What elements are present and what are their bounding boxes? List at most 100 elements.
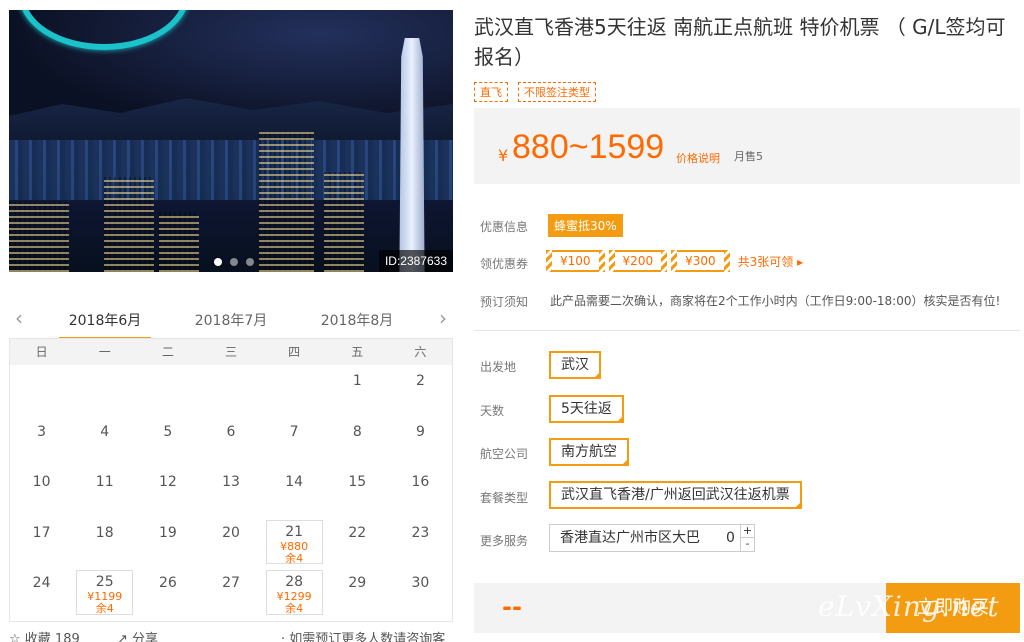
day-number: 16 [411, 474, 430, 491]
day-remaining: 余4 [285, 602, 304, 616]
product-tags: 直飞 不限签注类型 [474, 82, 596, 102]
currency-symbol: ¥ [498, 146, 509, 165]
consult-link[interactable]: · 如需预订更多人数请咨询客服 [281, 628, 453, 642]
next-month-arrow[interactable]: › [439, 306, 447, 330]
promo-badge: 蜂蜜抵30% [548, 214, 623, 237]
calendar-grid: 1 2 3 4 5 6 7 8 9 10 11 12 13 14 15 16 17 18 19 20 21 ¥880 余4 2… [10, 365, 452, 618]
calendar-day: 13 [199, 466, 262, 517]
day-number: 25 [95, 574, 114, 591]
calendar-day: 8 [326, 416, 389, 467]
day-number: 19 [158, 524, 177, 541]
service-label: 更多服务 [480, 534, 529, 548]
day-remaining: 余4 [95, 602, 114, 616]
calendar-day: 9 [389, 416, 452, 467]
monthly-sales: 月售5 [734, 150, 763, 163]
weekday-header: 日 一 二 三 四 五 六 [10, 339, 452, 365]
share-button[interactable]: ↗ 分享 [117, 628, 158, 642]
calendar-day: 11 [73, 466, 136, 517]
calendar-day: 2 [389, 365, 452, 416]
weekday-label: 四 [288, 345, 301, 359]
day-remaining: 余4 [285, 551, 304, 565]
calendar-day: 10 [10, 466, 73, 517]
departure-option[interactable]: 武汉 [549, 351, 601, 379]
days-option[interactable]: 5天往返 [549, 395, 624, 423]
coupon-300[interactable]: ¥300 [671, 250, 730, 272]
calendar-day: 22 [326, 517, 389, 568]
day-number: 24 [32, 575, 51, 592]
slide-indicator [214, 258, 254, 266]
total-price: -- [502, 593, 522, 621]
weekday-label: 日 [35, 345, 48, 359]
calendar-day: 5 [136, 416, 199, 467]
calendar-empty-cell [199, 365, 262, 416]
calendar-day: 6 [199, 416, 262, 467]
tab-month-july[interactable]: 2018年7月 [185, 310, 277, 330]
notice-text: 此产品需要二次确认，商家将在2个工作小时内（工作日9:00-18:00）核实是否… [550, 294, 1001, 308]
calendar-day[interactable]: 25 ¥1199 余4 [76, 570, 134, 616]
slide-dot[interactable] [246, 258, 254, 266]
day-number: 4 [100, 423, 110, 440]
day-number: 8 [352, 423, 362, 440]
slide-dot[interactable] [230, 258, 238, 266]
day-number: 29 [348, 575, 367, 592]
day-number: 28 [285, 574, 304, 591]
calendar-day: 29 [326, 567, 389, 618]
weekday-label: 一 [98, 345, 111, 359]
photo-building [324, 172, 364, 272]
airline-option[interactable]: 南方航空 [549, 438, 629, 466]
day-number: 13 [222, 474, 240, 491]
coupon-more-link[interactable]: 共3张可领 ▸ [738, 253, 803, 270]
coupon-100[interactable]: ¥100 [546, 250, 605, 272]
day-number: 26 [158, 575, 177, 592]
weekday-label: 六 [414, 345, 427, 359]
day-number: 3 [37, 423, 47, 440]
tab-month-august[interactable]: 2018年8月 [311, 310, 403, 330]
day-number: 10 [32, 474, 51, 491]
photo-harbor [9, 140, 453, 200]
day-number: 12 [158, 474, 177, 491]
day-number: 15 [348, 474, 367, 491]
calendar-day: 26 [136, 567, 199, 618]
day-number: 14 [285, 474, 304, 491]
calendar-day: 27 [199, 567, 262, 618]
day-number: 30 [411, 575, 430, 592]
coupon-list: ¥100 ¥200 ¥300 共3张可领 ▸ [546, 250, 803, 272]
calendar-day: 15 [326, 466, 389, 517]
decrement-button[interactable]: - [740, 538, 754, 551]
day-number: 6 [226, 423, 236, 440]
slide-dot[interactable] [214, 258, 222, 266]
calendar-day[interactable]: 21 ¥880 余4 [265, 519, 323, 565]
day-number: 2 [415, 373, 425, 389]
airline-label: 航空公司 [480, 447, 529, 461]
price-note-link[interactable]: 价格说明 [676, 150, 720, 166]
day-number: 11 [95, 474, 114, 491]
calendar-day[interactable]: 28 ¥1299 余4 [265, 570, 323, 616]
tag-direct-flight: 直飞 [474, 82, 508, 102]
calendar-day: 20 [199, 517, 262, 568]
promo-label: 优惠信息 [480, 220, 529, 234]
calendar-empty-cell [263, 365, 326, 416]
prev-month-arrow[interactable]: ‹ [15, 306, 23, 330]
day-number: 20 [222, 524, 240, 541]
day-number: 21 [285, 523, 304, 540]
photo-building [259, 132, 314, 272]
calendar-day: 19 [136, 517, 199, 568]
price-range: 880~1599 [512, 128, 665, 166]
package-option[interactable]: 武汉直飞香港/广州返回武汉往返机票 [549, 481, 802, 509]
tag-visa-type: 不限签注类型 [518, 82, 596, 102]
coupon-200[interactable]: ¥200 [608, 250, 667, 272]
favorite-button[interactable]: ☆ 收藏 189 [9, 628, 80, 642]
calendar-day: 17 [10, 517, 73, 568]
service-quantity[interactable]: 0 [726, 525, 735, 551]
calendar-day: 12 [136, 466, 199, 517]
tab-month-june[interactable]: 2018年6月 [59, 310, 151, 340]
calendar-day: 18 [73, 517, 136, 568]
price-box: ¥ 880~1599 价格说明 月售5 [474, 108, 1020, 184]
days-label: 天数 [480, 404, 505, 418]
coupon-label: 领优惠券 [480, 257, 529, 271]
day-number: 9 [415, 423, 425, 440]
calendar-empty-cell [73, 365, 136, 416]
product-image[interactable]: ID:2387633 [9, 10, 453, 272]
day-number: 7 [289, 423, 299, 440]
photo-building [104, 177, 154, 272]
